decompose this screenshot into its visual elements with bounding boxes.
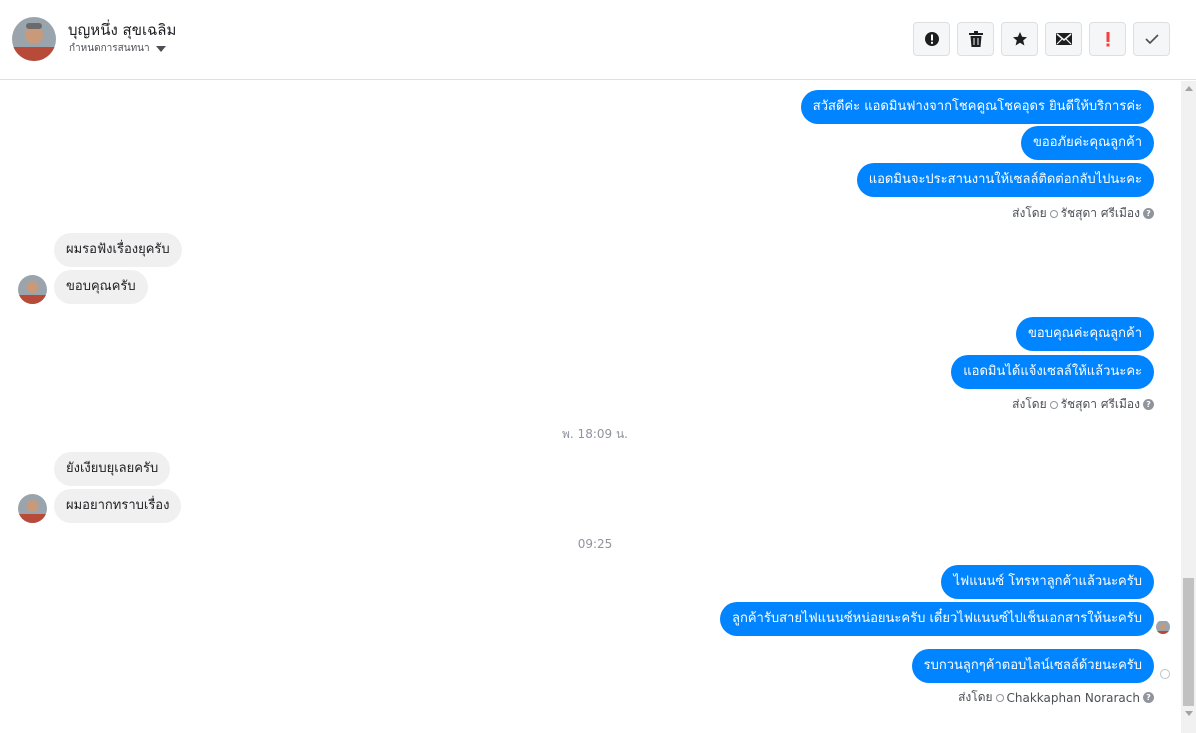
thread-scrollbar[interactable] — [1181, 81, 1196, 733]
page-icon — [995, 693, 1004, 702]
sent-by-note: ส่งโดย รัชสุดา ศรีเมือง ? — [1012, 204, 1154, 223]
outgoing-message[interactable]: ขอบคุณค่ะคุณลูกค้า — [1016, 317, 1154, 351]
outgoing-message[interactable]: ขออภัยค่ะคุณลูกค้า — [1021, 126, 1154, 160]
incoming-message[interactable]: ผมอยากทราบเรื่อง — [54, 489, 182, 523]
sent-by-prefix: ส่งโดย — [1012, 206, 1047, 220]
sent-by-prefix: ส่งโดย — [958, 690, 993, 704]
outgoing-message[interactable]: สวัสดีค่ะ แอดมินฟางจากโชคคูณโชคอุดร ยินด… — [800, 90, 1154, 124]
page-icon — [1049, 400, 1058, 409]
delete-button[interactable] — [957, 22, 994, 56]
exclamation-icon — [1106, 32, 1109, 47]
contact-name[interactable]: บุญหนึ่ง สุขเฉลิม — [68, 18, 176, 42]
timestamp-divider: พ. 18:09 น. — [562, 427, 628, 441]
check-icon — [1144, 34, 1159, 45]
incoming-message[interactable]: ผมรอฟังเรื่องยุครับ — [54, 233, 182, 267]
conversation-header: บุญหนึ่ง สุขเฉลิม กำหนดการสนทนา — [0, 0, 1196, 80]
trash-icon — [968, 31, 983, 47]
sender-name[interactable]: Chakkaphan Norarach — [1007, 691, 1140, 705]
outgoing-message[interactable]: แอดมินจะประสานงานให้เซลล์ติดต่อกลับไปนะค… — [856, 163, 1154, 197]
sent-by-note: ส่งโดย รัชสุดา ศรีเมือง ? — [1012, 395, 1154, 414]
sent-by-prefix: ส่งโดย — [1012, 397, 1047, 411]
sent-status-icon — [1160, 669, 1170, 679]
sender-name[interactable]: รัชสุดา ศรีเมือง — [1061, 204, 1140, 223]
help-icon[interactable]: ? — [1143, 208, 1154, 219]
message-thread[interactable]: สวัสดีค่ะ แอดมินฟางจากโชคคูณโชคอุดร ยินด… — [0, 81, 1180, 733]
contact-avatar-small[interactable] — [18, 275, 47, 304]
help-icon[interactable]: ? — [1143, 692, 1154, 703]
scroll-down-arrow-icon[interactable] — [1185, 711, 1193, 716]
help-icon[interactable]: ? — [1143, 399, 1154, 410]
sender-name[interactable]: รัชสุดา ศรีเมือง — [1061, 395, 1140, 414]
spam-button[interactable] — [913, 22, 950, 56]
incoming-message[interactable]: ยังเงียบยุเลยครับ — [54, 452, 171, 486]
outgoing-message[interactable]: ลูกค้ารับสายไฟแนนซ์หน่อยนะครับ เดี๋ยวไฟแ… — [720, 602, 1154, 636]
scroll-up-arrow-icon[interactable] — [1185, 86, 1193, 91]
alert-circle-icon — [924, 32, 939, 46]
follow-up-button[interactable] — [1089, 22, 1126, 56]
sent-by-note: ส่งโดย Chakkaphan Norarach ? — [958, 688, 1154, 707]
outgoing-message[interactable]: ไฟแนนซ์ โทรหาลูกค้าแล้วนะครับ — [941, 565, 1154, 599]
read-receipt-avatar — [1156, 620, 1170, 634]
envelope-icon — [1055, 33, 1072, 45]
scrollbar-thumb[interactable] — [1183, 578, 1194, 706]
contact-avatar-small[interactable] — [18, 494, 47, 523]
label-select-text: กำหนดการสนทนา — [69, 43, 150, 54]
incoming-message[interactable]: ขอบคุณครับ — [54, 270, 148, 304]
caret-down-icon — [155, 45, 166, 52]
outgoing-message[interactable]: แอดมินได้แจ้งเซลล์ให้แล้วนะคะ — [951, 355, 1154, 389]
star-icon — [1012, 32, 1027, 46]
mark-unread-button[interactable] — [1045, 22, 1082, 56]
outgoing-message[interactable]: รบกวนลูกๆค้าตอบไลน์เซลล์ด้วยนะครับ — [911, 649, 1154, 683]
conversation-toolbar — [913, 22, 1170, 56]
conversation-label-dropdown[interactable]: กำหนดการสนทนา — [69, 41, 166, 56]
mark-done-button[interactable] — [1133, 22, 1170, 56]
timestamp-divider: 09:25 — [577, 537, 613, 551]
page-icon — [1049, 209, 1058, 218]
star-button[interactable] — [1001, 22, 1038, 56]
contact-avatar[interactable] — [12, 17, 56, 61]
